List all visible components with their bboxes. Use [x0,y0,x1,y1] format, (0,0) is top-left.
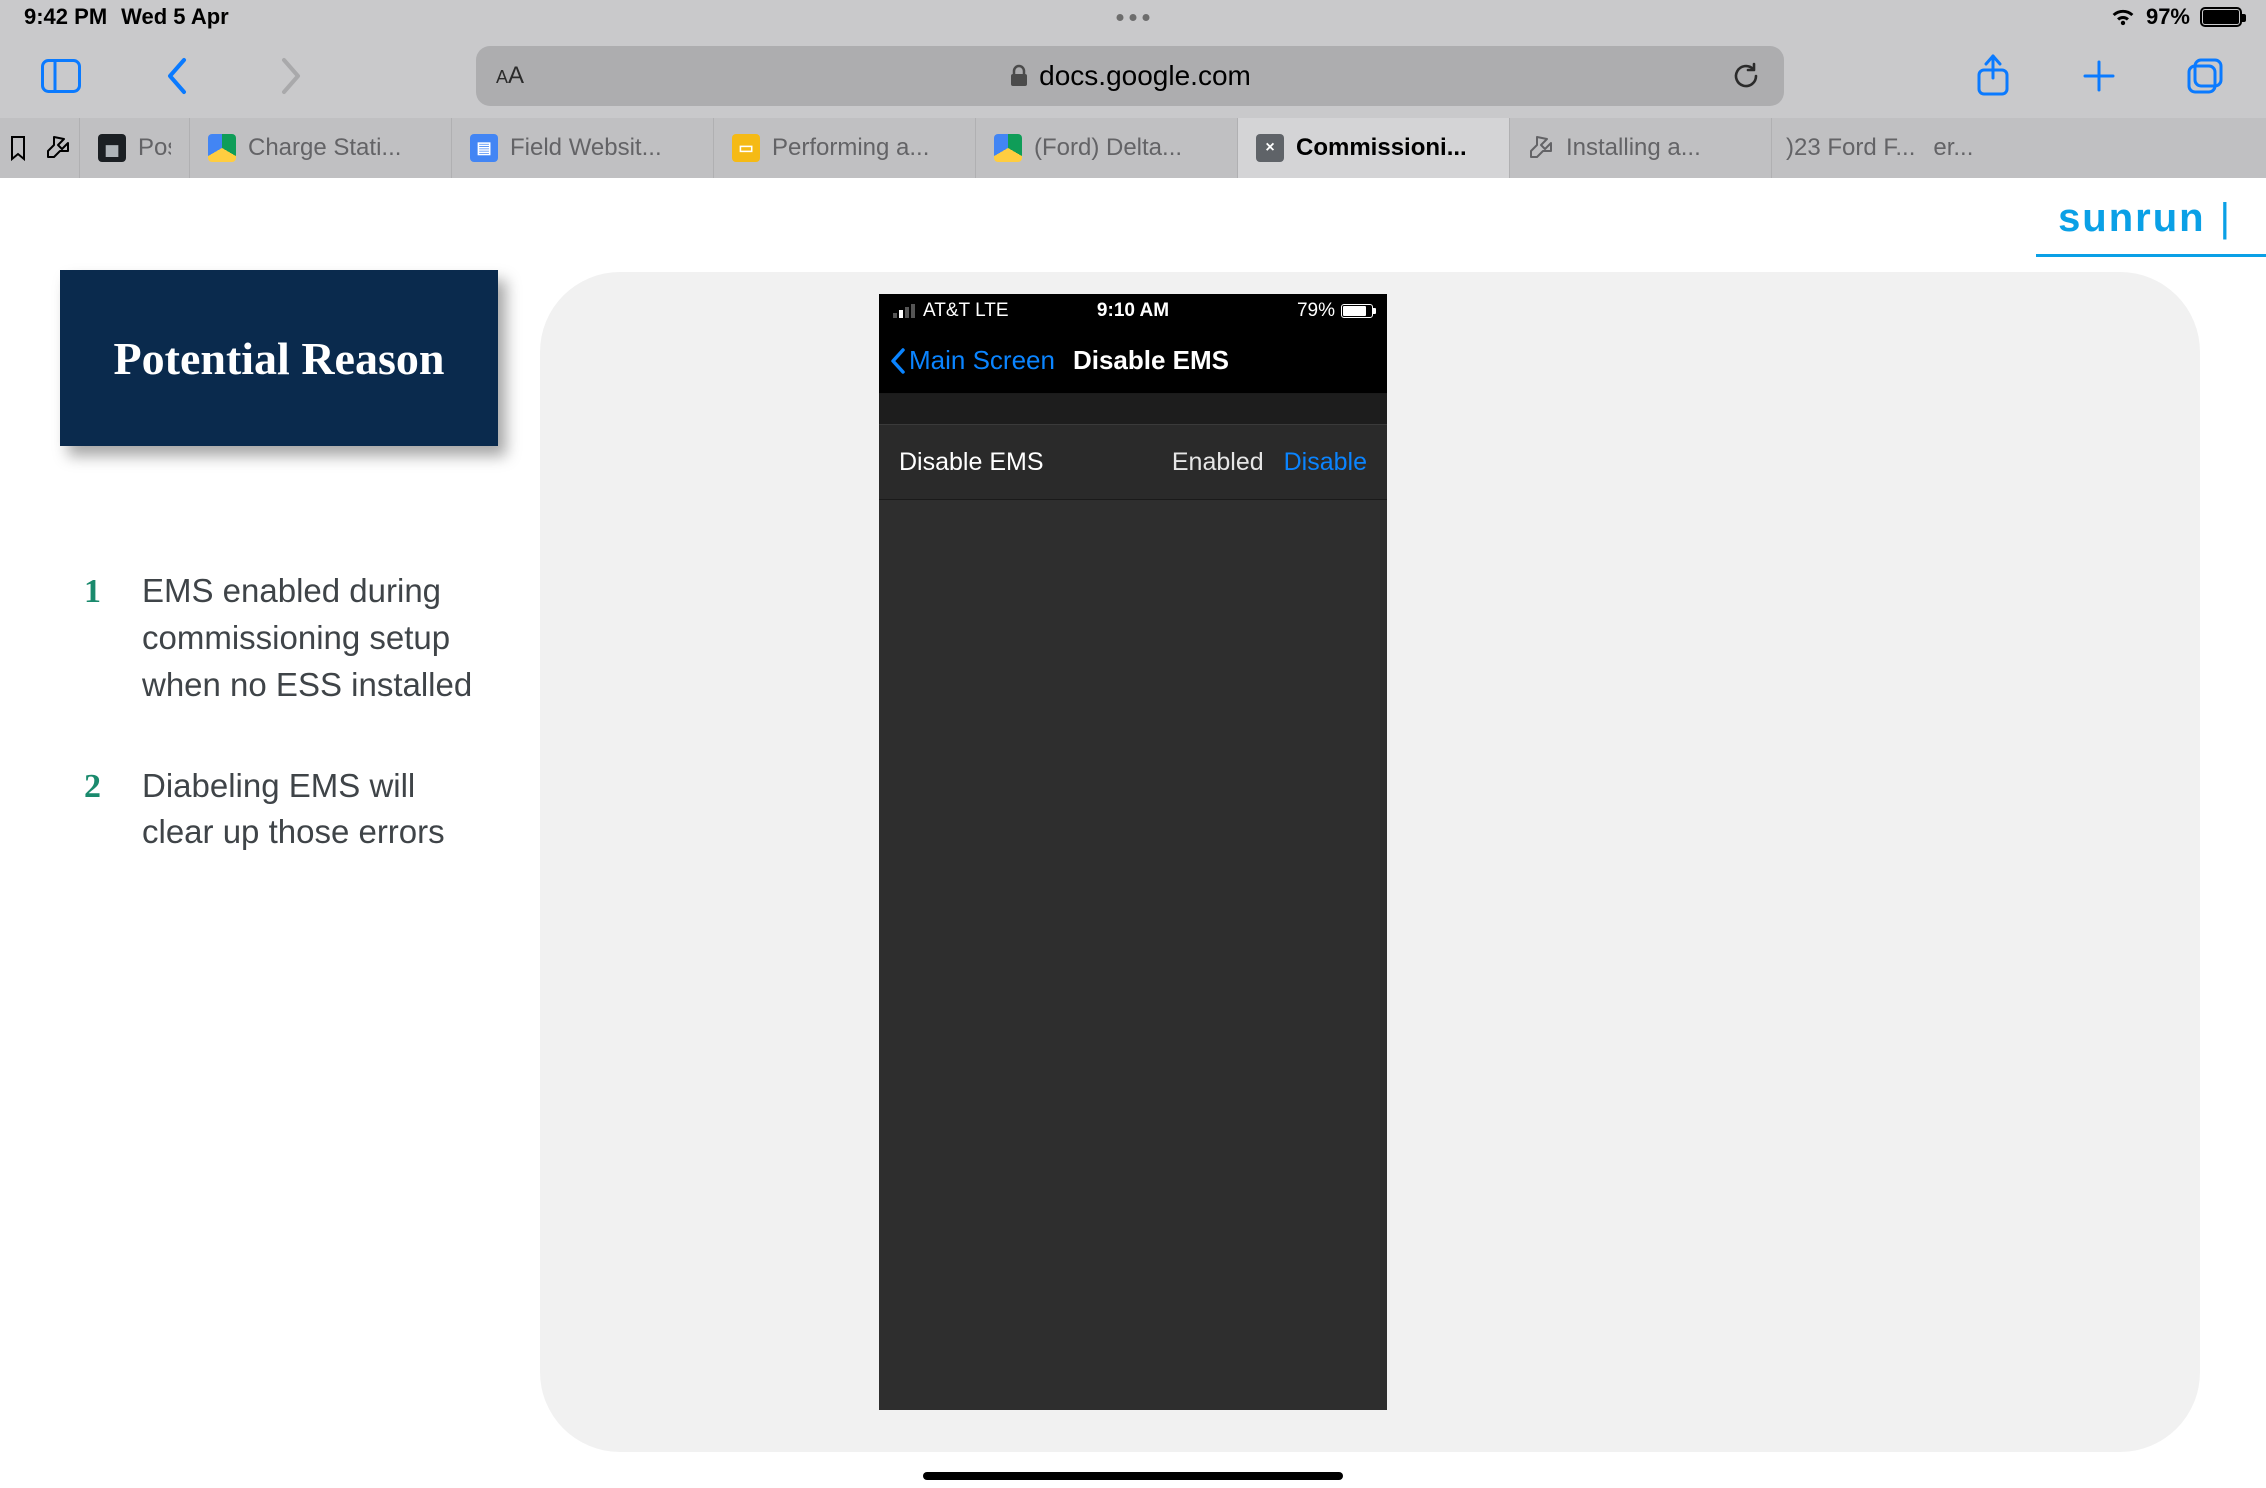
brand-underline [2036,254,2266,257]
sites-icon: ▤ [470,134,498,162]
url-text: docs.google.com [1039,60,1251,92]
safari-toolbar: AA docs.google.com [0,34,2266,118]
tab-commissioning[interactable]: × Commissioni... [1238,118,1510,178]
reader-aa-button[interactable]: AA [496,62,524,90]
list-text: EMS enabled during commissioning setup w… [142,568,474,709]
tab-performing[interactable]: ▭ Performing a... [714,118,976,178]
favicon-icon: ▅ [98,134,126,162]
tab-pinned-group[interactable] [0,118,80,178]
row-status: Enabled [1172,448,1264,477]
phone-screenshot: AT&T LTE 9:10 AM 79% Main Screen Disable… [879,294,1387,1410]
refresh-button[interactable] [1730,60,1762,92]
signal-icon [893,304,915,318]
reason-list: 1 EMS enabled during commissioning setup… [84,568,474,910]
tab-overflow-label: er... [1933,134,1973,162]
tab-label: Possible to c [138,134,171,162]
multitask-dots[interactable] [1117,14,1150,21]
list-item: 2 Diabeling EMS will clear up those erro… [84,763,474,857]
ipad-status-bar: 9:42 PM Wed 5 Apr 97% [0,0,2266,34]
phone-nav-bar: Main Screen Disable EMS [879,328,1387,394]
drive-icon [994,134,1022,162]
tab-label: Performing a... [772,134,929,162]
list-number: 1 [84,568,108,709]
tab-label: Commissioni... [1296,134,1467,162]
list-item: 1 EMS enabled during commissioning setup… [84,568,474,709]
share-button[interactable] [1964,47,2022,105]
tab-label: Charge Stati... [248,134,401,162]
phone-battery-percent: 79% [1297,300,1335,322]
list-text: Diabeling EMS will clear up those errors [142,763,474,857]
tab-ford-delta[interactable]: (Ford) Delta... [976,118,1238,178]
forward-button[interactable] [262,47,320,105]
tab-label: Field Websit... [510,134,662,162]
phone-carrier: AT&T LTE [923,300,1009,322]
back-button[interactable] [148,47,206,105]
battery-icon [1341,304,1373,318]
drive-icon [208,134,236,162]
tool-icon [1528,135,1554,161]
tab-charge-station[interactable]: Charge Stati... [190,118,452,178]
phone-back-label: Main Screen [909,345,1055,376]
tabs-overview-button[interactable] [2176,47,2234,105]
tab-label: Installing a... [1566,134,1701,162]
url-bar[interactable]: AA docs.google.com [476,46,1784,106]
disable-ems-row: Disable EMS Enabled Disable [879,424,1387,500]
phone-back-button[interactable]: Main Screen [889,345,1055,376]
tool-icon [45,135,71,161]
tab-overflow-label: )23 Ford F... [1786,134,1915,162]
tab-field-website[interactable]: ▤ Field Websit... [452,118,714,178]
close-icon: × [1256,134,1284,162]
wifi-icon [2110,7,2136,27]
list-number: 2 [84,763,108,857]
phone-time: 9:10 AM [1097,300,1169,322]
battery-percent: 97% [2146,4,2190,30]
tab-possible[interactable]: ▅ Possible to c [80,118,190,178]
tab-strip: ▅ Possible to c Charge Stati... ▤ Field … [0,118,2266,178]
tab-installing[interactable]: Installing a... [1510,118,1772,178]
tab-label: (Ford) Delta... [1034,134,1182,162]
status-date: Wed 5 Apr [121,4,229,30]
status-time: 9:42 PM [24,4,107,30]
tab-overflow[interactable]: )23 Ford F... er... [1772,118,1987,178]
slides-icon: ▭ [732,134,760,162]
phone-status-bar: AT&T LTE 9:10 AM 79% [879,294,1387,328]
battery-icon [2200,7,2242,27]
bookmark-icon [9,135,27,161]
slide-content: sunrun | Potential Reason 1 EMS enabled … [0,178,2266,1488]
sidebar-toggle-button[interactable] [32,47,90,105]
new-tab-button[interactable] [2070,47,2128,105]
phone-nav-title: Disable EMS [1073,345,1229,376]
disable-link[interactable]: Disable [1284,448,1367,477]
lock-icon [1009,64,1029,88]
brand-logo: sunrun [2058,196,2206,241]
row-label: Disable EMS [899,448,1044,477]
slide-title: Potential Reason [60,270,498,446]
brand-divider: | [2220,196,2230,241]
home-indicator[interactable] [923,1472,1343,1480]
